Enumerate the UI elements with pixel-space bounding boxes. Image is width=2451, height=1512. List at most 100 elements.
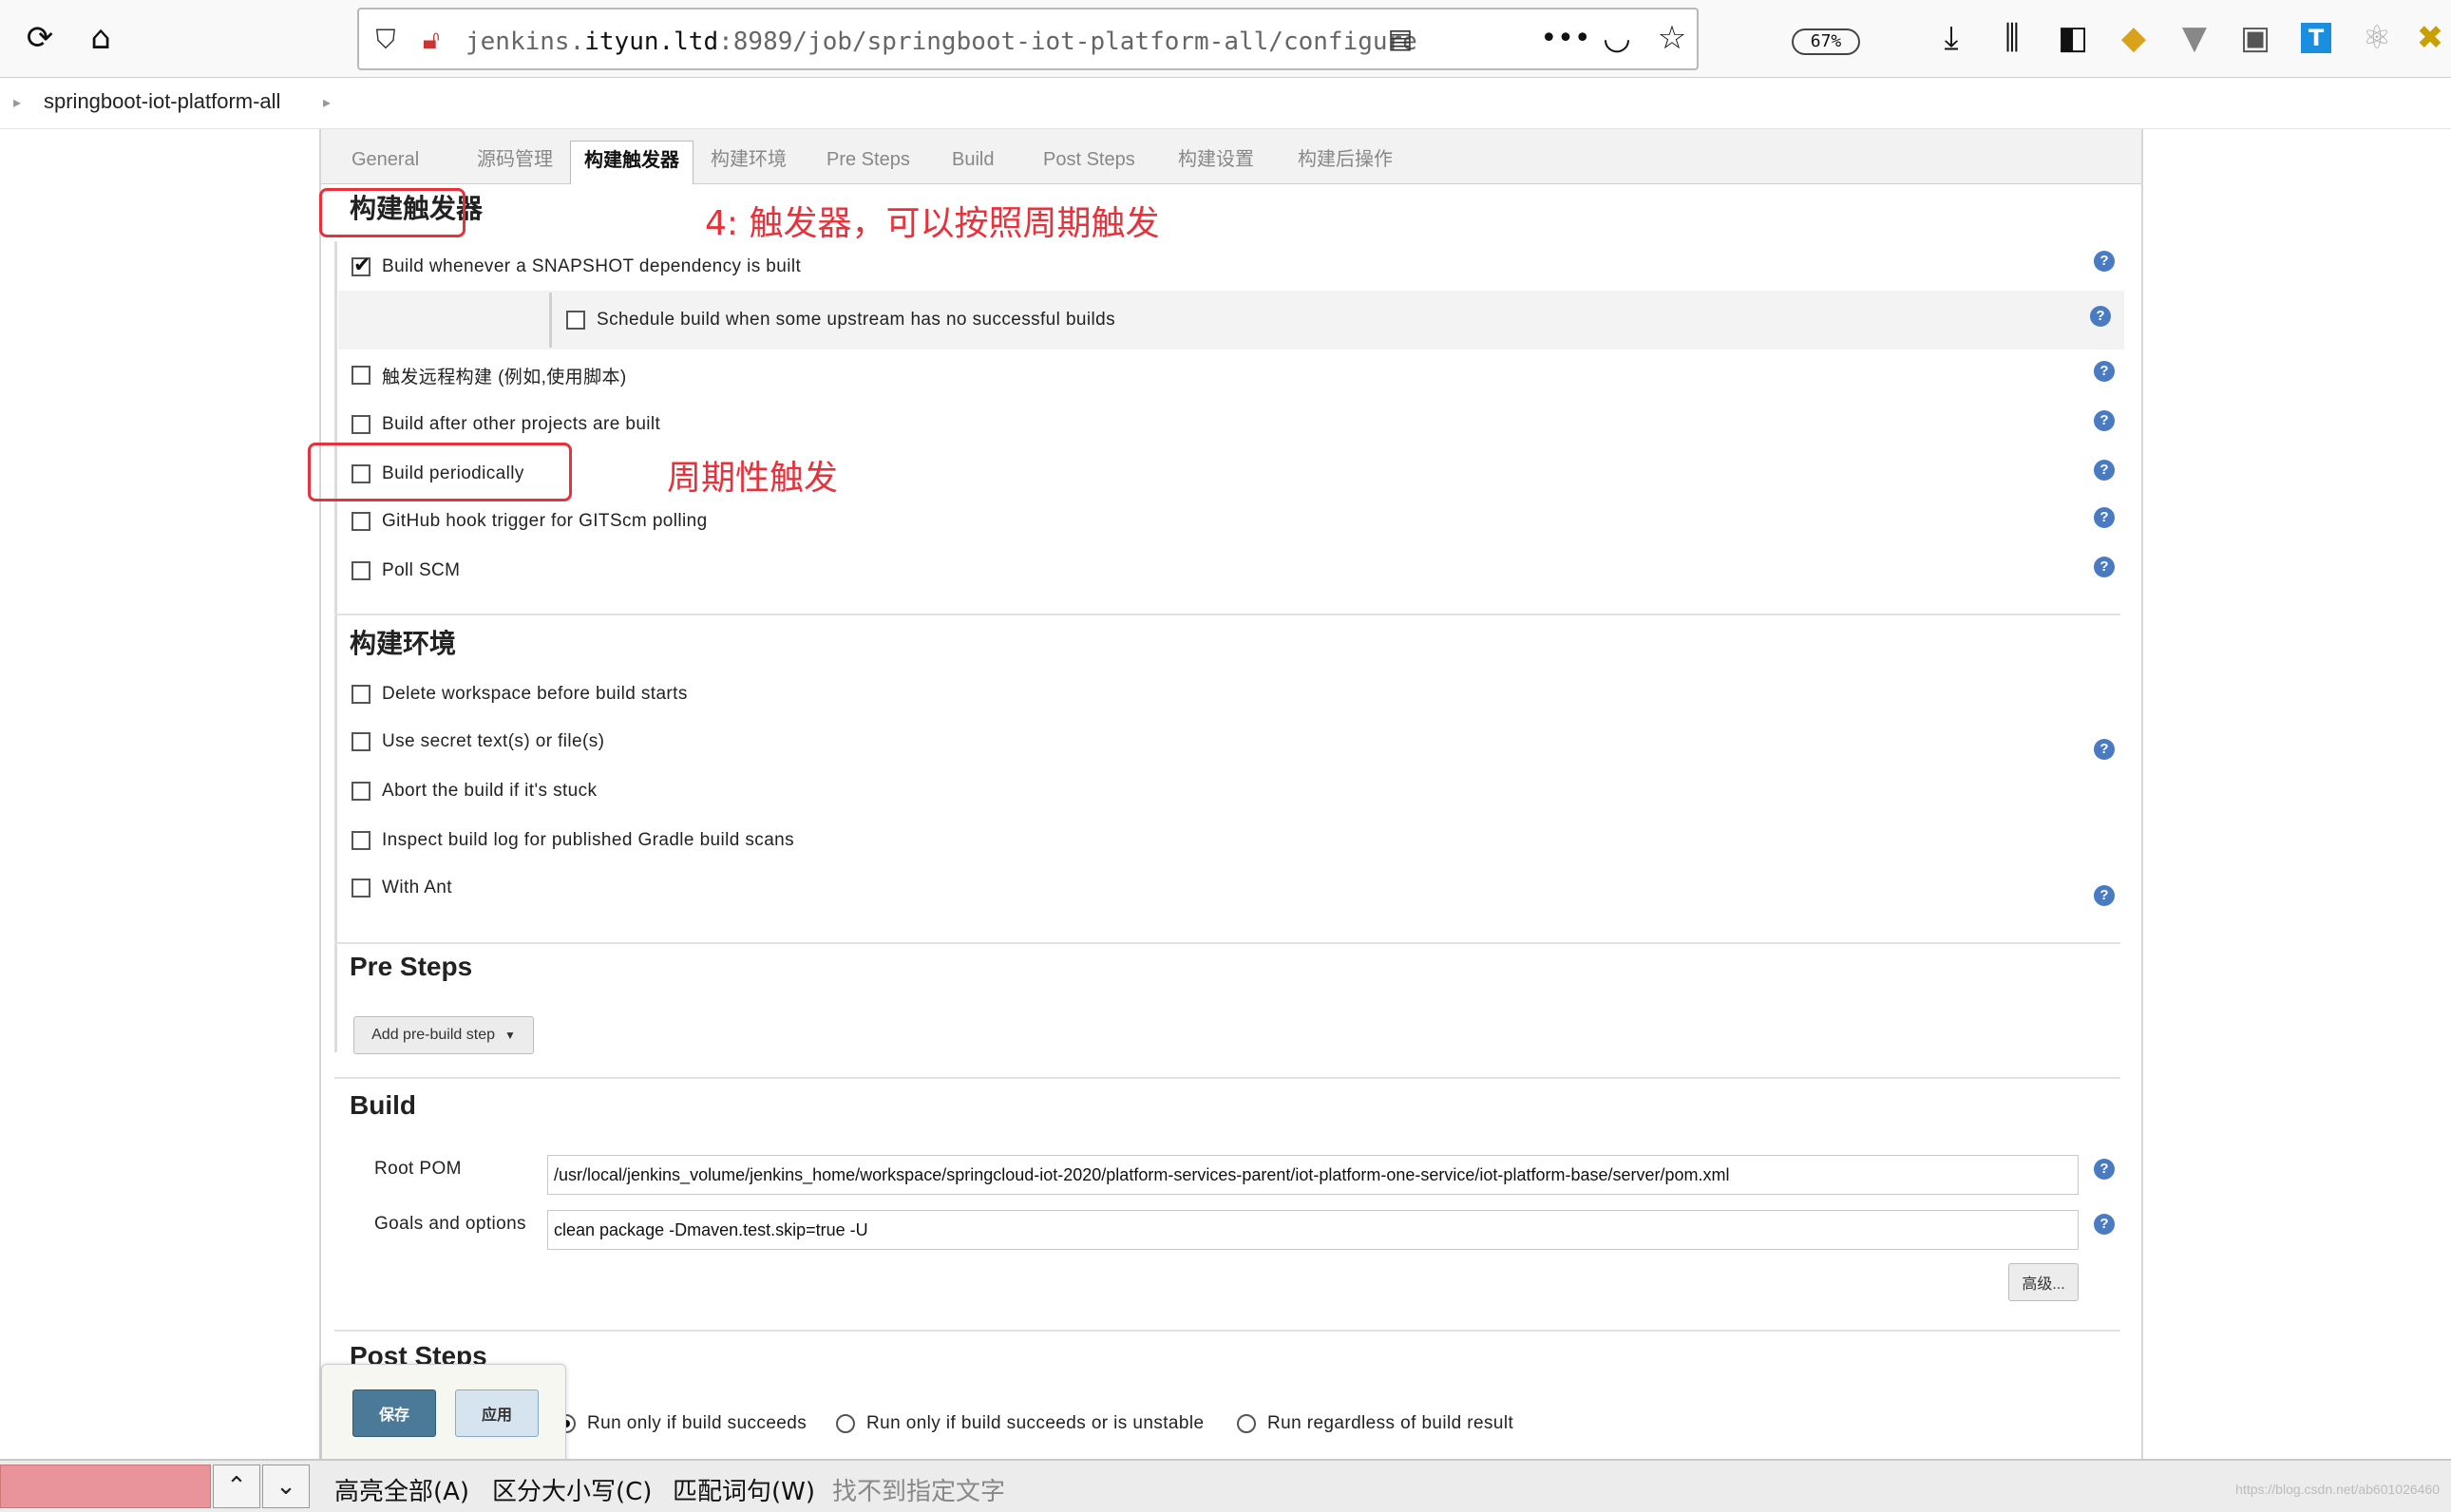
trigger-remote-checkbox[interactable] [352,366,370,385]
breadcrumb-chevron-icon[interactable]: ▸ [323,93,331,111]
highlight-all-option[interactable]: 高亮全部(A) [334,1472,469,1507]
env-abort-stuck-label: Abort the build if it's stuck [382,781,598,801]
save-bar: 保存 应用 [321,1364,566,1468]
help-icon[interactable]: ? [2094,507,2115,528]
download-icon[interactable]: ⤓ [1927,13,1976,63]
url-text[interactable]: jenkins.ityun.ltd:8989/job/springboot-io… [466,23,1662,61]
env-with-ant-label: With Ant [382,878,452,898]
section-divider [334,614,2120,615]
match-case-option[interactable]: 区分大小写(C) [492,1472,652,1507]
env-secret-label: Use secret text(s) or file(s) [382,731,605,751]
env-delete-workspace-checkbox[interactable] [352,685,370,704]
annotation-box-periodic [308,443,572,501]
help-icon[interactable]: ? [2094,1159,2115,1180]
tab-general[interactable]: General [338,141,432,184]
annotation-trigger-note: 4: 触发器，可以按照周期触发 [705,204,1160,243]
env-gradle-scan-checkbox[interactable] [352,831,370,850]
env-secret-checkbox[interactable] [352,732,370,751]
insecure-lock-icon[interactable]: 🔓︎ [412,19,450,61]
react-devtools-icon[interactable]: ⚛ [2352,13,2402,63]
trigger-upstream-checkbox[interactable] [566,311,585,330]
tab-build[interactable]: Build [939,141,1007,184]
section-bar [334,680,337,1052]
home-icon[interactable]: ⌂ [76,13,125,63]
config-tabbar: General 源码管理 构建触发器 构建环境 Pre Steps Build … [321,129,2141,184]
trigger-poll-scm-checkbox[interactable] [352,561,370,580]
help-icon[interactable]: ? [2094,557,2115,577]
zoom-level[interactable]: 67% [1792,28,1860,55]
help-icon[interactable]: ? [2094,410,2115,431]
tab-source-control[interactable]: 源码管理 [464,141,566,184]
trigger-poll-scm-row: Poll SCM [352,555,460,587]
breadcrumb-job-link[interactable]: springboot-iot-platform-all [44,89,280,114]
trigger-snapshot-row: Build whenever a SNAPSHOT dependency is … [352,251,801,283]
env-delete-workspace-row: Delete workspace before build starts [352,678,688,710]
goals-input[interactable]: clean package -Dmaven.test.skip=true -U [547,1210,2079,1250]
extension-balloon-icon[interactable]: ◆ [2109,13,2158,63]
reader-view-icon[interactable]: ▤ [1381,17,1419,59]
annotation-box-triggers [319,188,466,237]
help-icon[interactable]: ? [2094,361,2115,382]
reload-icon[interactable]: ⟳ [15,13,65,63]
section-title-build: Build [350,1090,416,1120]
trigger-remote-label: 触发远程构建 (例如,使用脚本) [382,367,627,387]
tab-post-steps[interactable]: Post Steps [1030,141,1149,184]
extension-v-icon[interactable]: ▼ [2170,13,2219,63]
trigger-github-hook-checkbox[interactable] [352,512,370,531]
find-input[interactable] [0,1465,211,1508]
sidebar-icon[interactable]: ◧ [2048,13,2098,63]
help-icon[interactable]: ? [2094,460,2115,481]
post-option-unstable: Run only if build succeeds or is unstabl… [836,1409,1204,1438]
page-actions-icon[interactable]: ••• [1540,13,1590,63]
translate-icon[interactable]: T [2291,13,2341,63]
tab-pre-steps[interactable]: Pre Steps [813,141,923,184]
extension-card-icon[interactable]: ▣ [2231,13,2280,63]
address-bar[interactable]: ⛉ 🔓︎ jenkins.ityun.ltd:8989/job/springbo… [357,8,1860,70]
find-next-icon[interactable]: ⌄ [262,1465,310,1508]
trigger-snapshot-checkbox[interactable] [352,254,370,277]
post-option-success: Run only if build succeeds [557,1409,807,1438]
section-divider [334,1077,2120,1079]
shield-icon[interactable]: ⛉ [367,19,405,61]
post-option-regardless: Run regardless of build result [1237,1409,1513,1438]
add-pre-build-step-button[interactable]: Add pre-build step ▼ [353,1016,534,1054]
bookmark-star-icon[interactable]: ☆ [1647,13,1697,63]
tab-build-settings[interactable]: 构建设置 [1165,141,1267,184]
pocket-icon[interactable]: ◡ [1592,13,1642,63]
whole-words-option[interactable]: 匹配词句(W) [673,1472,815,1507]
env-with-ant-checkbox[interactable] [352,879,370,898]
goals-label: Goals and options [374,1214,526,1234]
browser-toolbar: ⟳ ⌂ ⛉ 🔓︎ jenkins.ityun.ltd:8989/job/spri… [0,0,2451,78]
save-button[interactable]: 保存 [352,1389,436,1437]
post-option-regardless-radio[interactable] [1237,1414,1256,1433]
post-option-unstable-radio[interactable] [836,1414,855,1433]
trigger-after-projects-checkbox[interactable] [352,415,370,434]
env-with-ant-row: With Ant [352,872,452,904]
breadcrumb-chevron-icon: ▸ [13,93,22,111]
trigger-remote-row: 触发远程构建 (例如,使用脚本) [352,359,627,391]
trigger-github-hook-row: GitHub hook trigger for GITScm polling [352,505,708,538]
watermark-text: https://blog.csdn.net/ab601026460 [2235,1482,2440,1497]
help-icon[interactable]: ? [2094,739,2115,760]
tab-post-build-actions[interactable]: 构建后操作 [1284,141,1406,184]
env-secret-row: Use secret text(s) or file(s) [352,726,604,758]
env-delete-workspace-label: Delete workspace before build starts [382,684,688,704]
extension-x-icon[interactable]: ✖ [2409,13,2451,63]
env-abort-stuck-row: Abort the build if it's stuck [352,775,597,807]
library-icon[interactable]: ⫼ [1987,13,2037,63]
section-title-build-environment: 构建环境 [350,629,457,658]
tab-build-triggers[interactable]: 构建触发器 [570,141,694,184]
help-icon[interactable]: ? [2094,885,2115,906]
find-previous-icon[interactable]: ⌃ [213,1465,260,1508]
root-pom-input[interactable]: /usr/local/jenkins_volume/jenkins_home/w… [547,1155,2079,1195]
post-option-success-label: Run only if build succeeds [587,1413,808,1433]
tab-build-environment[interactable]: 构建环境 [697,141,800,184]
help-icon[interactable]: ? [2090,306,2111,327]
env-abort-stuck-checkbox[interactable] [352,782,370,801]
config-panel: General 源码管理 构建触发器 构建环境 Pre Steps Build … [308,129,2143,1459]
help-icon[interactable]: ? [2094,251,2115,272]
trigger-upstream-label: Schedule build when some upstream has no… [597,310,1115,330]
advanced-button[interactable]: 高级... [2008,1263,2079,1301]
help-icon[interactable]: ? [2094,1214,2115,1235]
apply-button[interactable]: 应用 [455,1389,539,1437]
